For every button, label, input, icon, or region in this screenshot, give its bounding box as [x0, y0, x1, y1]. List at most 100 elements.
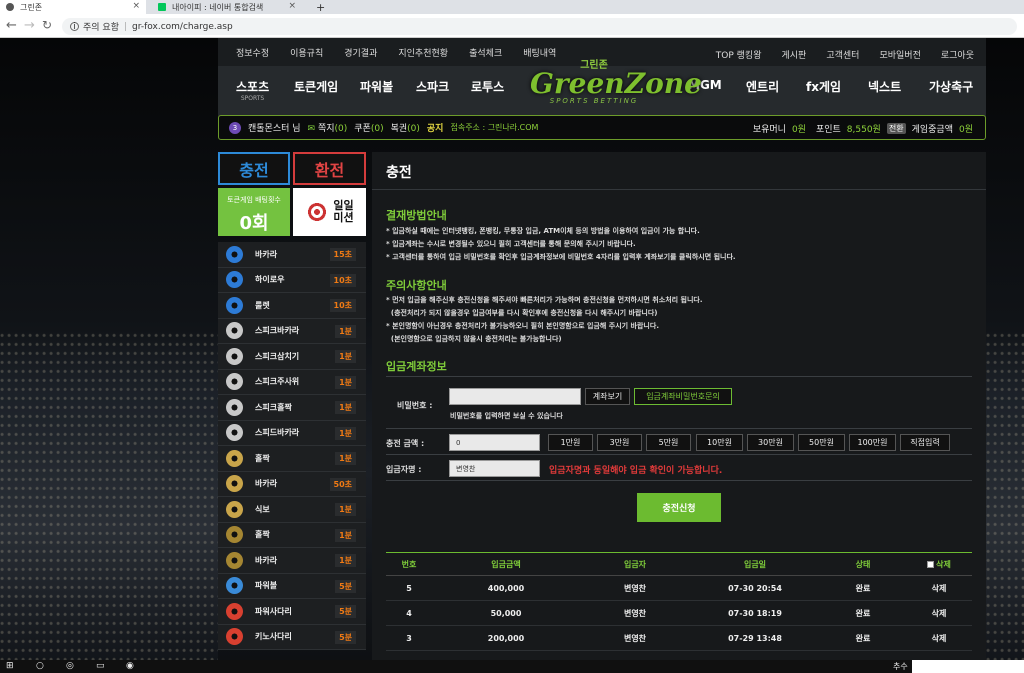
menu-sports[interactable]: 스포츠 SPORTS [236, 78, 269, 102]
header-amount: 입금금액 [491, 559, 521, 569]
task-view-icon[interactable]: ◎ [66, 661, 74, 671]
info-icon[interactable]: i [70, 22, 79, 32]
sidebar-game-item[interactable]: 파워볼 5분 [218, 573, 366, 599]
menu-entry[interactable]: 엔트리 [746, 78, 779, 95]
forward-arrow-icon[interactable]: → [24, 18, 35, 33]
sidebar-game-item[interactable]: 바카라 50초 [218, 471, 366, 497]
depositor-input[interactable]: 변영찬 [449, 460, 540, 477]
delete-link[interactable]: 삭제 [906, 583, 972, 594]
chrome-icon[interactable]: ◉ [126, 661, 134, 671]
game-interval: 5분 [335, 630, 356, 644]
select-all-checkbox[interactable] [927, 560, 935, 568]
amount-100k-button[interactable]: 10만원 [696, 434, 743, 451]
account-info-title: 입금계좌정보 [386, 360, 447, 373]
amount-50k-button[interactable]: 5만원 [646, 434, 691, 451]
greenzone-logo[interactable]: 그린존 GreenZone SPORTS BETTING [530, 56, 702, 106]
password-input[interactable] [449, 388, 581, 405]
search-icon[interactable]: ○ [36, 661, 44, 671]
url-field[interactable]: i 주의 요함 | gr-fox.com/charge.asp [62, 18, 1017, 35]
charge-submit-button[interactable]: 충전신청 [637, 493, 721, 522]
balance-area: 보유머니 0원 포인트 8,550원 전환 게임중금액 0원 [747, 122, 973, 135]
topnav-mobile[interactable]: 모바일버전 [879, 48, 920, 61]
sidebar-game-item[interactable]: 키노사다리 5분 [218, 624, 366, 650]
game-icon [226, 551, 243, 569]
menu-fx-game[interactable]: fx게임 [806, 78, 841, 95]
menu-lotus[interactable]: 로투스 [471, 78, 504, 95]
file-explorer-icon[interactable]: ▭ [96, 661, 105, 671]
charge-button[interactable]: 충전 [218, 152, 290, 185]
exchange-button[interactable]: 환전 [293, 152, 366, 185]
topnav-board[interactable]: 게시판 [782, 48, 807, 61]
amount-10k-button[interactable]: 1만원 [548, 434, 593, 451]
sidebar-game-item[interactable]: 하이로우 10초 [218, 267, 366, 293]
close-tab-icon[interactable]: × [288, 1, 296, 11]
amount-1m-button[interactable]: 100만원 [849, 434, 896, 451]
account-password-inquiry-button[interactable]: 입금계좌비밀번호문의 [634, 388, 732, 405]
menu-spark[interactable]: 스파크 [416, 78, 449, 95]
sidebar-game-item[interactable]: 바카라 15초 [218, 242, 366, 268]
topnav-edit-info[interactable]: 정보수정 [236, 46, 269, 59]
amount-custom-button[interactable]: 직접입력 [900, 434, 950, 451]
new-tab-button[interactable]: + [310, 0, 326, 14]
cell-status: 완료 [855, 583, 871, 593]
menu-label: 스파크 [416, 80, 450, 94]
game-icon [226, 577, 243, 595]
coupon-link[interactable]: 쿠폰(0) [354, 121, 383, 134]
cell-amount: 400,000 [487, 583, 525, 593]
sidebar-game-item[interactable]: 스피크삼치기 1분 [218, 344, 366, 370]
game-icon [226, 628, 243, 646]
back-arrow-icon[interactable]: ← [6, 18, 17, 33]
game-name: 바카라 [255, 249, 278, 259]
menu-sublabel: SPORTS [240, 95, 265, 102]
menu-powerball[interactable]: 파워볼 [360, 78, 393, 95]
topnav-logout[interactable]: 로그아웃 [941, 48, 974, 61]
topnav-ranking[interactable]: TOP 랭킹왕 [716, 48, 762, 61]
menu-next[interactable]: 넥스트 [868, 78, 901, 95]
sidebar-game-item[interactable]: 스피크홀짝 1분 [218, 395, 366, 421]
topnav-referral[interactable]: 지인추천현황 [398, 46, 448, 59]
game-icon [226, 424, 243, 442]
tab-naver-search[interactable]: 내아이피 : 네이버 통합검색 × [152, 0, 302, 14]
topnav-attendance[interactable]: 출석체크 [469, 46, 502, 59]
sidebar-game-item[interactable]: 식보 1분 [218, 497, 366, 523]
notes-link[interactable]: ✉ 쪽지(0) [308, 121, 348, 134]
sidebar-game-item[interactable]: 파워사다리 5분 [218, 599, 366, 625]
amount-input[interactable]: 0 [449, 434, 540, 451]
topnav-support[interactable]: 고객센터 [826, 48, 859, 61]
taskbar-clock-area[interactable] [912, 660, 1024, 673]
game-name: 바카라 [255, 555, 278, 565]
topnav-rules[interactable]: 이용규칙 [290, 46, 323, 59]
sidebar-game-item[interactable]: 룰렛 10초 [218, 293, 366, 319]
sidebar-game-item[interactable]: 홀짝 1분 [218, 522, 366, 548]
amount-30k-button[interactable]: 3만원 [597, 434, 642, 451]
menu-token-game[interactable]: 토큰게임 [294, 78, 338, 95]
delete-link[interactable]: 삭제 [906, 633, 972, 644]
close-tab-icon[interactable]: × [132, 1, 140, 11]
menu-virtual-soccer[interactable]: 가상축구 [929, 78, 973, 95]
view-account-button[interactable]: 계좌보기 [585, 388, 630, 405]
daily-mission-button[interactable]: 일일 미션 [293, 188, 366, 236]
sidebar-game-item[interactable]: 스피크주사위 1분 [218, 369, 366, 395]
tab-label: 내아이피 : 네이버 통합검색 [172, 2, 264, 12]
sidebar-game-item[interactable]: 바카라 1분 [218, 548, 366, 574]
amount-300k-button[interactable]: 30만원 [747, 434, 794, 451]
delete-link[interactable]: 삭제 [906, 608, 972, 619]
reload-icon[interactable]: ↻ [42, 18, 52, 32]
bet-count-label: 토큰게임 배팅횟수 [227, 196, 281, 204]
convert-button[interactable]: 전환 [886, 123, 906, 134]
sidebar-game-item[interactable]: 홀짝 1분 [218, 446, 366, 472]
game-icon [226, 322, 243, 340]
amount-label: 충전 금액 : [386, 439, 425, 448]
amount-500k-button[interactable]: 50만원 [798, 434, 845, 451]
menu-label: fx게임 [806, 80, 842, 94]
game-interval: 1분 [335, 528, 356, 542]
lottery-link[interactable]: 복권(0) [391, 121, 420, 134]
sidebar-game-item[interactable]: 스피드바카라 1분 [218, 420, 366, 446]
windows-start-icon[interactable]: ⊞ [6, 661, 14, 671]
game-icon [226, 500, 243, 518]
menu-label: 파워볼 [360, 80, 394, 94]
tab-greenzone[interactable]: 그린존 × [0, 0, 146, 14]
url-text: gr-fox.com/charge.asp [132, 21, 233, 32]
sidebar-game-item[interactable]: 스피크바카라 1분 [218, 318, 366, 344]
topnav-results[interactable]: 경기결과 [344, 46, 377, 59]
